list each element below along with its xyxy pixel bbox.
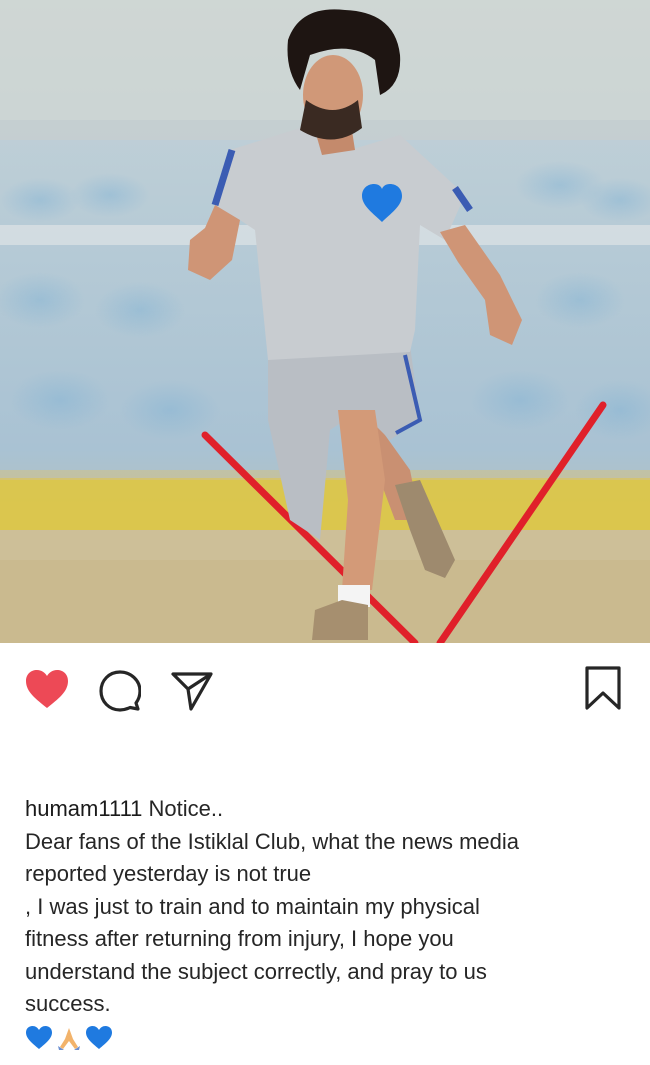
caption-text: success. [25, 991, 111, 1016]
caption-text: reported yesterday is not true [25, 861, 312, 886]
caption-text: fitness after returning from injury, I h… [25, 926, 454, 951]
paper-plane-icon [171, 672, 213, 711]
comment-button[interactable] [99, 670, 141, 712]
praying-hands-icon [58, 1027, 80, 1050]
caption-text: Notice.. [142, 796, 224, 821]
caption-emojis [25, 1025, 625, 1051]
post-action-bar [0, 643, 650, 733]
save-button[interactable] [584, 665, 622, 711]
heart-filled-icon [26, 670, 68, 708]
bookmark-icon [585, 666, 621, 710]
share-button[interactable] [170, 670, 214, 712]
blue-heart-icon [26, 1025, 52, 1049]
post-photo[interactable] [0, 0, 650, 643]
caption-text: Dear fans of the Istiklal Club, what the… [25, 828, 520, 854]
like-button[interactable] [24, 668, 70, 710]
comment-bubble-icon [99, 670, 141, 712]
caption-text: understand the subject correctly, and pr… [25, 958, 487, 984]
post-caption: humam1111 Notice.. Dear fans of the Isti… [25, 793, 625, 1051]
blue-heart-icon [86, 1025, 112, 1049]
username-link[interactable]: humam1111 [25, 796, 142, 821]
caption-first-line: humam1111 Notice.. [25, 793, 625, 826]
caption-text: , I was just to train and to maintain my… [25, 893, 480, 919]
photo-illustration [0, 0, 650, 643]
